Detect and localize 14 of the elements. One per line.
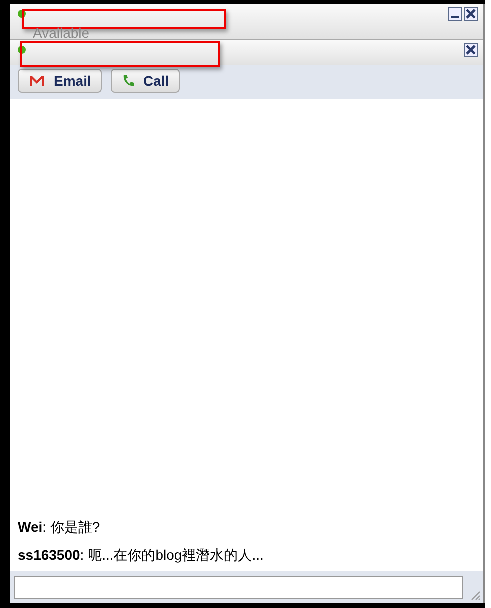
email-button[interactable]: Email (18, 69, 102, 93)
close-button[interactable] (464, 7, 478, 21)
message-input[interactable] (14, 576, 463, 599)
status-text: Available (33, 25, 90, 41)
close-button[interactable] (464, 43, 478, 57)
minimize-button[interactable] (448, 7, 462, 21)
close-icon (466, 45, 476, 55)
resize-grip-icon[interactable] (469, 589, 481, 601)
chat-message: Wei: 你是誰? (18, 519, 102, 537)
chat-message: ss163500: 呃...在你的blog裡潛水的人... (18, 547, 265, 565)
call-button[interactable]: Call (111, 69, 180, 93)
phone-icon (122, 74, 134, 88)
close-icon (466, 9, 476, 19)
mail-icon (29, 75, 45, 87)
